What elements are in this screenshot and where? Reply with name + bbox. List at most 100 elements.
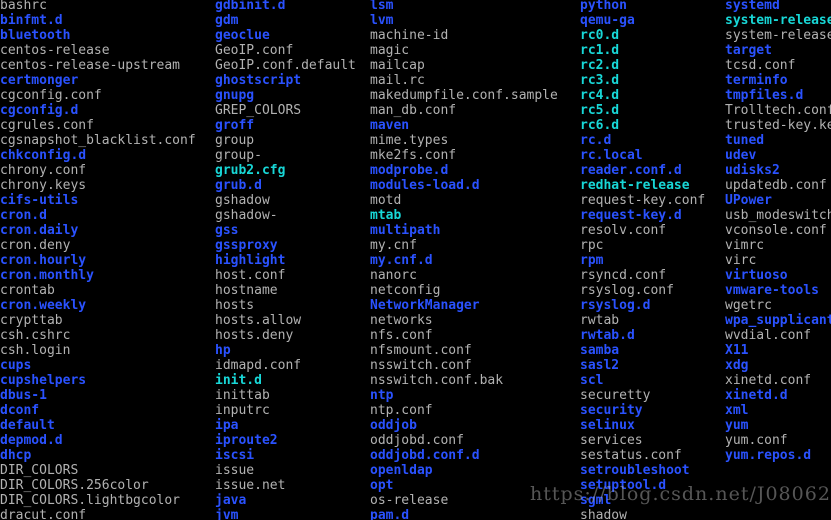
listing-entry[interactable]: bluetooth — [0, 28, 215, 43]
listing-entry[interactable]: host.conf — [215, 268, 370, 283]
listing-entry[interactable]: init.d — [215, 373, 370, 388]
listing-entry[interactable]: mime.types — [370, 133, 580, 148]
listing-entry[interactable]: oddjobd.conf.d — [370, 448, 580, 463]
listing-entry[interactable]: xinetd.d — [725, 388, 831, 403]
listing-entry[interactable]: cgconfig.d — [0, 103, 215, 118]
listing-entry[interactable]: DIR_COLORS.lightbgcolor — [0, 493, 215, 508]
listing-entry[interactable]: cgconfig.conf — [0, 88, 215, 103]
listing-entry[interactable]: tcsd.conf — [725, 58, 831, 73]
listing-entry[interactable]: gdbinit.d — [215, 0, 370, 13]
listing-entry[interactable]: scl — [580, 373, 725, 388]
listing-entry[interactable]: rc4.d — [580, 88, 725, 103]
listing-entry[interactable]: rc0.d — [580, 28, 725, 43]
listing-entry[interactable]: lvm — [370, 13, 580, 28]
listing-entry[interactable]: system-release — [725, 13, 831, 28]
listing-entry[interactable]: securetty — [580, 388, 725, 403]
listing-entry[interactable]: hp — [215, 343, 370, 358]
listing-entry[interactable]: NetworkManager — [370, 298, 580, 313]
listing-entry[interactable]: selinux — [580, 418, 725, 433]
listing-entry[interactable]: updatedb.conf — [725, 178, 831, 193]
listing-entry[interactable]: redhat-release — [580, 178, 725, 193]
listing-entry[interactable]: sgml — [580, 493, 725, 508]
listing-entry[interactable]: rsyslog.d — [580, 298, 725, 313]
listing-entry[interactable]: inittab — [215, 388, 370, 403]
listing-entry[interactable]: vimrc — [725, 238, 831, 253]
listing-entry[interactable]: setuptool.d — [580, 478, 725, 493]
listing-entry[interactable]: netconfig — [370, 283, 580, 298]
listing-entry[interactable]: cron.weekly — [0, 298, 215, 313]
listing-entry[interactable]: hosts.deny — [215, 328, 370, 343]
listing-entry[interactable]: setroubleshoot — [580, 463, 725, 478]
listing-entry[interactable]: idmapd.conf — [215, 358, 370, 373]
listing-entry[interactable]: gss — [215, 223, 370, 238]
listing-entry[interactable]: machine-id — [370, 28, 580, 43]
listing-entry[interactable]: resolv.conf — [580, 223, 725, 238]
listing-entry[interactable]: csh.login — [0, 343, 215, 358]
listing-entry[interactable]: tuned — [725, 133, 831, 148]
listing-entry[interactable]: modules-load.d — [370, 178, 580, 193]
listing-entry[interactable]: depmod.d — [0, 433, 215, 448]
listing-entry[interactable]: chrony.conf — [0, 163, 215, 178]
listing-entry[interactable]: udev — [725, 148, 831, 163]
listing-entry[interactable]: gssproxy — [215, 238, 370, 253]
listing-entry[interactable]: trusted-key.key — [725, 118, 831, 133]
listing-entry[interactable]: java — [215, 493, 370, 508]
listing-entry[interactable]: cupshelpers — [0, 373, 215, 388]
listing-entry[interactable]: udisks2 — [725, 163, 831, 178]
listing-entry[interactable]: rc2.d — [580, 58, 725, 73]
listing-entry[interactable]: openldap — [370, 463, 580, 478]
listing-entry[interactable]: dbus-1 — [0, 388, 215, 403]
listing-entry[interactable]: chrony.keys — [0, 178, 215, 193]
listing-entry[interactable]: modprobe.d — [370, 163, 580, 178]
listing-entry[interactable]: rpm — [580, 253, 725, 268]
listing-entry[interactable]: ipa — [215, 418, 370, 433]
listing-entry[interactable]: multipath — [370, 223, 580, 238]
listing-entry[interactable]: issue.net — [215, 478, 370, 493]
listing-entry[interactable]: grub.d — [215, 178, 370, 193]
listing-entry[interactable]: oddjob — [370, 418, 580, 433]
listing-entry[interactable]: pam.d — [370, 508, 580, 520]
listing-entry[interactable]: certmonger — [0, 73, 215, 88]
listing-entry[interactable]: X11 — [725, 343, 831, 358]
listing-entry[interactable]: rc.d — [580, 133, 725, 148]
listing-entry[interactable]: centos-release-upstream — [0, 58, 215, 73]
listing-entry[interactable]: DIR_COLORS — [0, 463, 215, 478]
listing-entry[interactable]: virc — [725, 253, 831, 268]
listing-entry[interactable]: Trolltech.conf — [725, 103, 831, 118]
listing-entry[interactable]: dhcp — [0, 448, 215, 463]
listing-entry[interactable]: yum — [725, 418, 831, 433]
listing-entry[interactable]: rc3.d — [580, 73, 725, 88]
listing-entry[interactable]: xml — [725, 403, 831, 418]
listing-entry[interactable]: hosts — [215, 298, 370, 313]
listing-entry[interactable]: highlight — [215, 253, 370, 268]
listing-entry[interactable]: lsm — [370, 0, 580, 13]
listing-entry[interactable]: opt — [370, 478, 580, 493]
listing-entry[interactable]: iproute2 — [215, 433, 370, 448]
listing-entry[interactable]: samba — [580, 343, 725, 358]
listing-entry[interactable]: rc6.d — [580, 118, 725, 133]
listing-entry[interactable]: yum.repos.d — [725, 448, 831, 463]
listing-entry[interactable]: chkconfig.d — [0, 148, 215, 163]
listing-entry[interactable]: wvdial.conf — [725, 328, 831, 343]
listing-entry[interactable]: gnupg — [215, 88, 370, 103]
listing-entry[interactable]: group- — [215, 148, 370, 163]
listing-entry[interactable]: hosts.allow — [215, 313, 370, 328]
listing-entry[interactable]: mtab — [370, 208, 580, 223]
listing-entry[interactable]: cron.daily — [0, 223, 215, 238]
listing-entry[interactable]: gdm — [215, 13, 370, 28]
listing-entry[interactable]: tmpfiles.d — [725, 88, 831, 103]
listing-entry[interactable]: xdg — [725, 358, 831, 373]
listing-entry[interactable]: nsswitch.conf — [370, 358, 580, 373]
listing-entry[interactable]: rwtab.d — [580, 328, 725, 343]
listing-entry[interactable]: os-release — [370, 493, 580, 508]
listing-entry[interactable]: geoclue — [215, 28, 370, 43]
listing-entry[interactable]: motd — [370, 193, 580, 208]
listing-entry[interactable]: groff — [215, 118, 370, 133]
listing-entry[interactable]: csh.cshrc — [0, 328, 215, 343]
listing-entry[interactable]: inputrc — [215, 403, 370, 418]
listing-entry[interactable]: shadow — [580, 508, 725, 520]
listing-entry[interactable]: nsswitch.conf.bak — [370, 373, 580, 388]
listing-entry[interactable]: cifs-utils — [0, 193, 215, 208]
listing-entry[interactable]: crontab — [0, 283, 215, 298]
listing-entry[interactable]: system-release-upstream — [725, 28, 831, 43]
